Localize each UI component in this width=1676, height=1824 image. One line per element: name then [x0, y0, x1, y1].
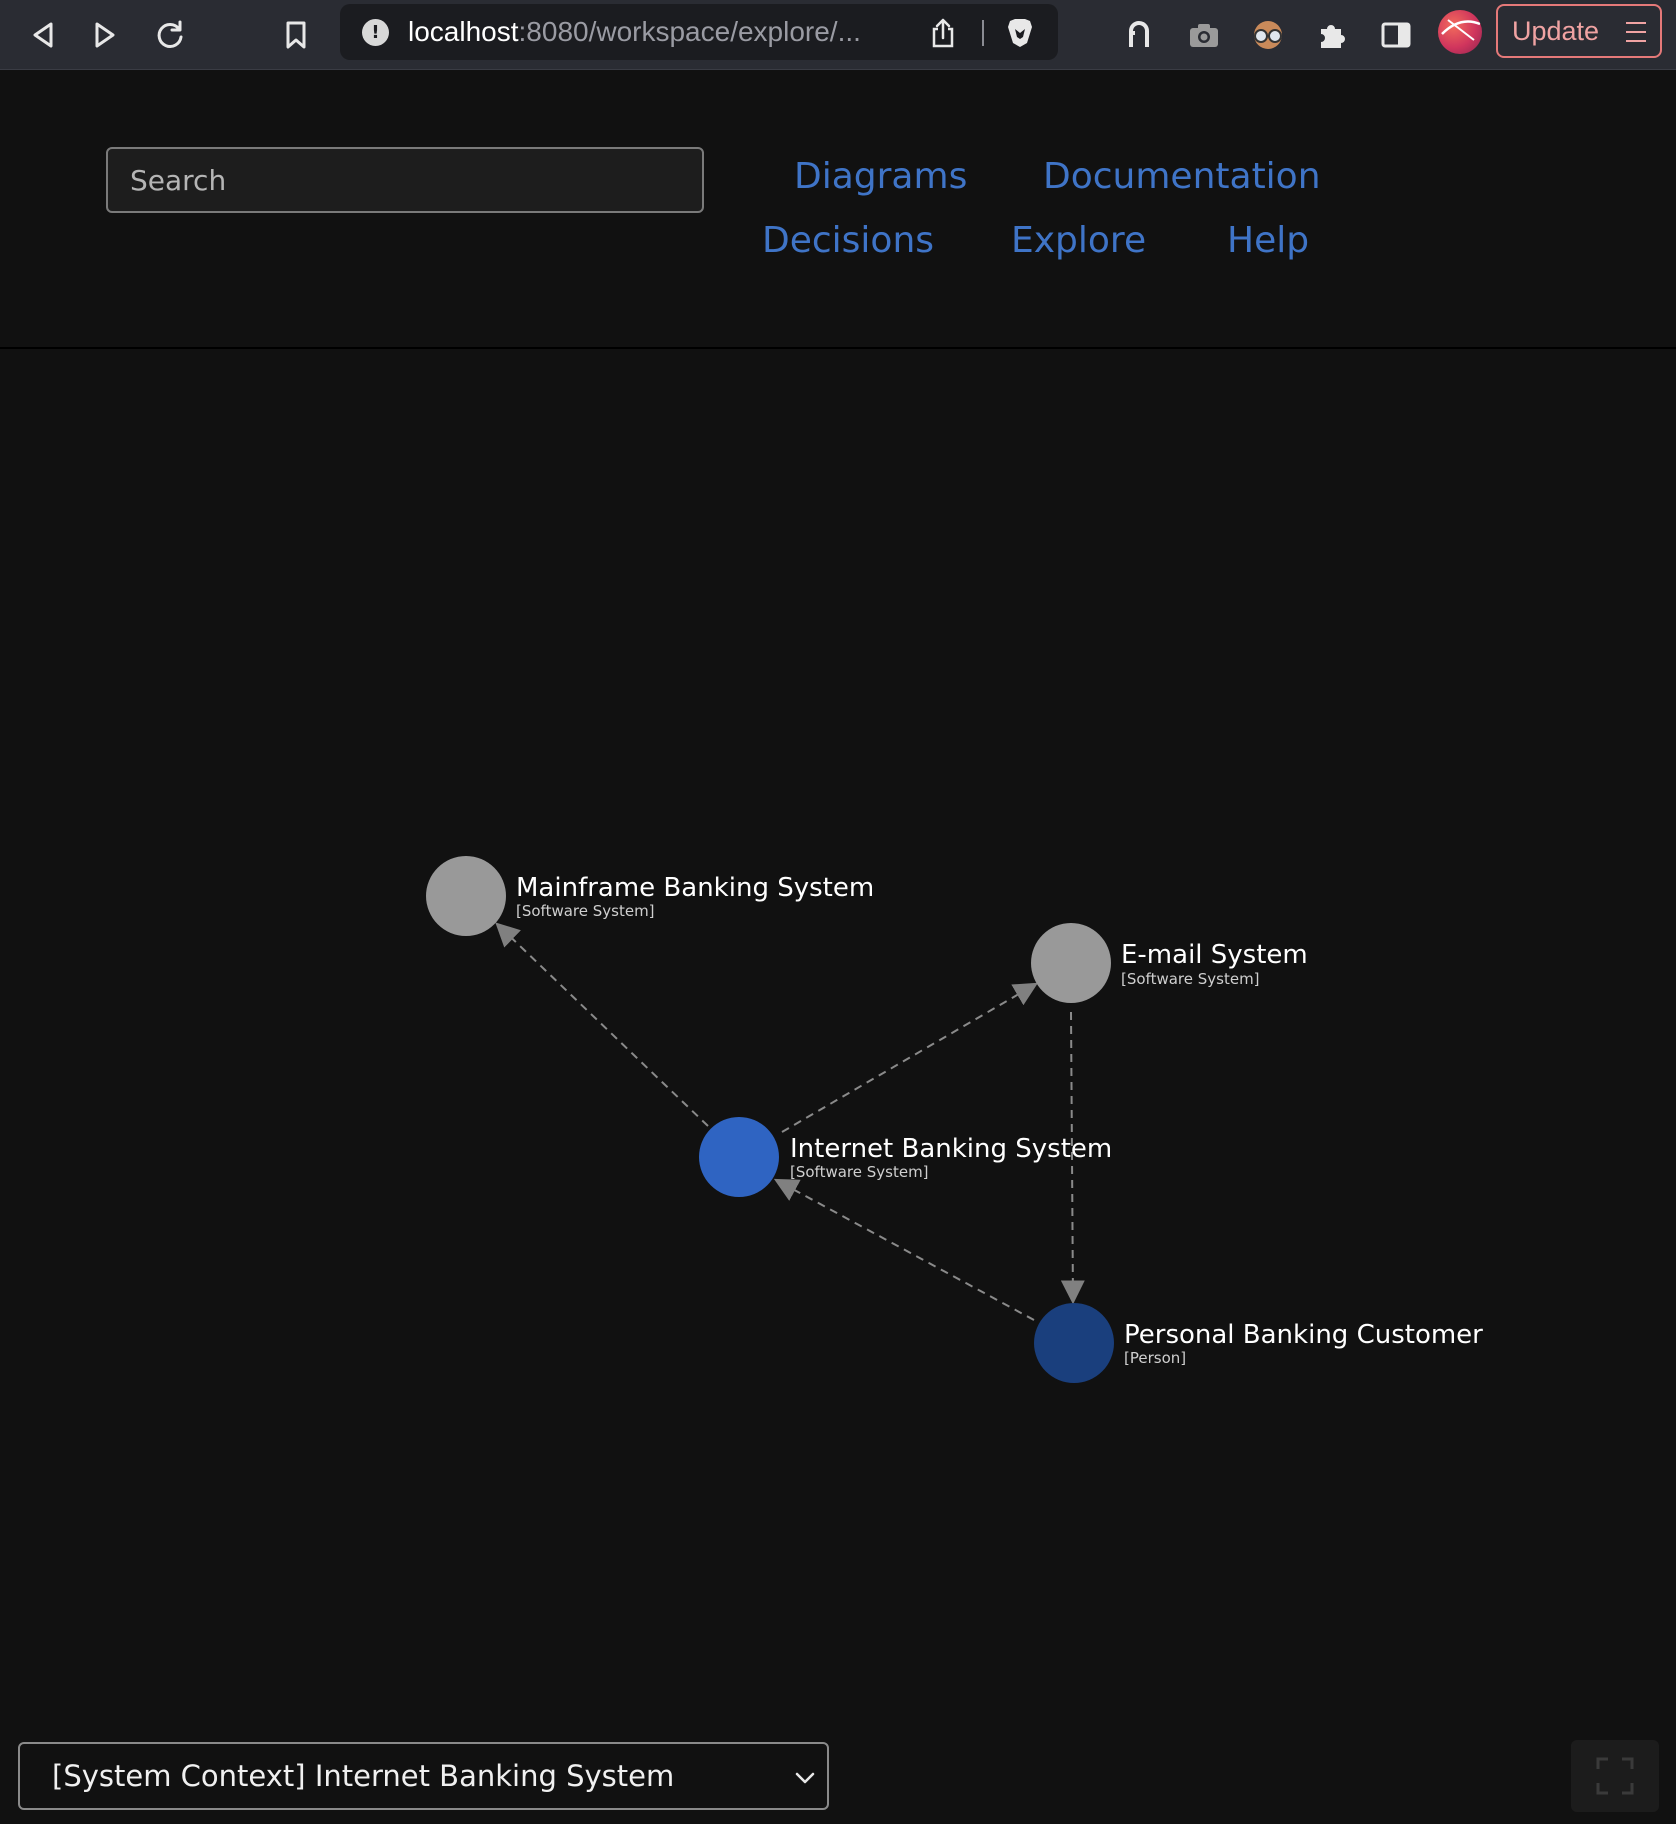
nav-link-diagrams[interactable]: Diagrams [794, 155, 967, 199]
update-button[interactable]: Update [1496, 4, 1662, 58]
forward-icon[interactable] [80, 10, 130, 60]
address-bar[interactable]: ! localhost:8080/workspace/explore/... [340, 4, 1058, 60]
node-internet-banking-circle[interactable] [699, 1117, 779, 1197]
update-button-label: Update [1512, 15, 1600, 46]
url-host: localhost [408, 17, 519, 47]
chevron-down-icon [795, 1772, 815, 1784]
view-select-value: [System Context] Internet Banking System [52, 1759, 675, 1793]
node-internet-banking-type: [Software System] [790, 1163, 929, 1181]
node-email-name: E-mail System [1121, 940, 1308, 970]
node-customer-type: [Person] [1124, 1349, 1186, 1367]
url-separator [982, 20, 984, 46]
node-mainframe-name: Mainframe Banking System [516, 873, 874, 903]
node-internet-banking-system[interactable]: Internet Banking System [Software System… [699, 1117, 1112, 1197]
sidebar-icon[interactable] [1371, 10, 1421, 60]
node-customer-circle[interactable] [1034, 1303, 1114, 1383]
reload-icon[interactable] [145, 10, 195, 60]
node-email-type: [Software System] [1121, 970, 1260, 988]
site-info-icon[interactable]: ! [362, 19, 389, 46]
node-mainframe-circle[interactable] [426, 856, 506, 936]
node-customer-name: Personal Banking Customer [1124, 1320, 1483, 1350]
camera-icon[interactable] [1179, 10, 1229, 60]
nav-link-explore[interactable]: Explore [1011, 219, 1146, 263]
node-email-circle[interactable] [1031, 923, 1111, 1003]
url-text[interactable]: localhost:8080/workspace/explore/... [408, 17, 948, 47]
diagram-canvas[interactable]: Mainframe Banking System [Software Syste… [0, 349, 1676, 1729]
bookmark-icon[interactable] [271, 10, 321, 60]
url-path: :8080/workspace/explore/... [518, 17, 861, 47]
edge-customer-to-internet [773, 1178, 1035, 1321]
menu-icon[interactable] [1626, 20, 1648, 44]
nav-link-decisions[interactable]: Decisions [762, 219, 934, 263]
brave-shield-icon[interactable] [995, 8, 1045, 58]
fullscreen-button[interactable] [1571, 1740, 1659, 1812]
fullscreen-icon [1596, 1757, 1634, 1795]
edge-internet-to-email [781, 982, 1039, 1133]
puzzle-icon[interactable] [1307, 10, 1357, 60]
nav-link-documentation[interactable]: Documentation [1043, 155, 1321, 199]
share-icon[interactable] [918, 8, 968, 58]
view-select[interactable]: [System Context] Internet Banking System [18, 1742, 829, 1810]
node-personal-banking-customer[interactable]: Personal Banking Customer [Person] [1034, 1303, 1483, 1383]
search-input[interactable] [106, 147, 704, 213]
browser-toolbar: ! localhost:8080/workspace/explore/... U… [0, 0, 1676, 70]
node-internet-banking-name: Internet Banking System [790, 1134, 1112, 1164]
extension-arch-icon[interactable] [1114, 10, 1164, 60]
node-mainframe-banking-system[interactable]: Mainframe Banking System [Software Syste… [426, 856, 874, 936]
back-icon[interactable] [18, 10, 68, 60]
nav-link-help[interactable]: Help [1227, 219, 1309, 263]
edge-internet-to-mainframe [495, 922, 709, 1127]
node-mainframe-type: [Software System] [516, 902, 655, 920]
glasses-icon[interactable] [1243, 10, 1293, 60]
profile-avatar[interactable] [1438, 10, 1482, 54]
node-email-system[interactable]: E-mail System [Software System] [1031, 923, 1308, 1003]
